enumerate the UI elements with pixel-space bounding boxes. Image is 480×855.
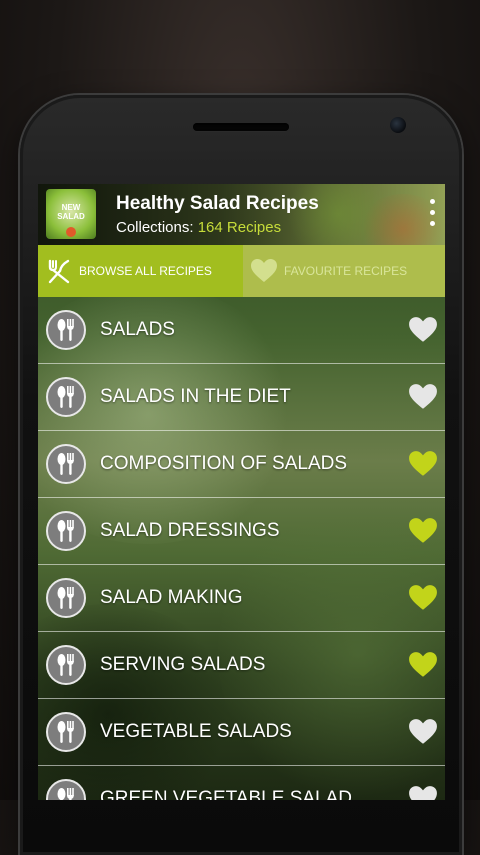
list-item[interactable]: VEGETABLE SALADS xyxy=(38,699,445,766)
app-subtitle: Collections: 164 Recipes xyxy=(116,219,281,236)
fork-knife-icon xyxy=(45,257,73,285)
list-item[interactable]: SALADS xyxy=(38,297,445,364)
heart-filled-icon[interactable] xyxy=(407,650,439,680)
cutlery-icon xyxy=(46,712,86,752)
list-item-label: VEGETABLE SALADS xyxy=(100,721,292,742)
tab-favourite-recipes[interactable]: FAVOURITE RECIPES xyxy=(243,245,445,297)
app-bar: NEW SALAD Healthy Salad Recipes Collecti… xyxy=(38,184,445,245)
app-title: Healthy Salad Recipes xyxy=(116,193,319,214)
tab-bar: BROWSE ALL RECIPES FAVOURITE RECIPES xyxy=(38,245,445,297)
overflow-menu-icon[interactable] xyxy=(426,196,438,234)
list-item-label: COMPOSITION OF SALADS xyxy=(100,453,348,474)
cutlery-icon xyxy=(46,511,86,551)
list-item[interactable]: SERVING SALADS xyxy=(38,632,445,699)
recipe-list: SALADS SALADS IN THE DIET COMPOSITION OF S… xyxy=(38,297,445,800)
heart-filled-icon[interactable] xyxy=(407,516,439,546)
list-item[interactable]: SALADS IN THE DIET xyxy=(38,364,445,431)
app-logo-text: NEW SALAD xyxy=(57,203,85,221)
tab-browse-all-recipes[interactable]: BROWSE ALL RECIPES xyxy=(38,245,243,297)
heart-icon[interactable] xyxy=(407,717,439,747)
list-item[interactable]: SALAD MAKING xyxy=(38,565,445,632)
cutlery-icon xyxy=(46,444,86,484)
heart-filled-icon[interactable] xyxy=(407,449,439,479)
cutlery-icon xyxy=(46,578,86,618)
cutlery-icon xyxy=(46,779,86,800)
heart-icon xyxy=(250,257,278,285)
recipe-count: 164 Recipes xyxy=(197,219,282,236)
cutlery-icon xyxy=(46,645,86,685)
list-item-label: SALAD MAKING xyxy=(100,587,243,608)
cutlery-icon xyxy=(46,377,86,417)
list-item-label: SALADS xyxy=(100,319,175,340)
front-camera xyxy=(390,117,406,133)
heart-icon[interactable] xyxy=(407,315,439,345)
app-logo: NEW SALAD xyxy=(46,189,96,239)
heart-icon[interactable] xyxy=(407,784,439,800)
heart-icon[interactable] xyxy=(407,382,439,412)
subtitle-prefix: Collections: xyxy=(116,219,198,236)
tab-browse-label: BROWSE ALL RECIPES xyxy=(79,264,212,278)
list-item[interactable]: SALAD DRESSINGS xyxy=(38,498,445,565)
list-item[interactable]: GREEN VEGETABLE SALAD. xyxy=(38,766,445,800)
list-item-label: SALADS IN THE DIET xyxy=(100,386,291,407)
tab-favourite-label: FAVOURITE RECIPES xyxy=(284,264,408,278)
cutlery-icon xyxy=(46,310,86,350)
app-screen: NEW SALAD Healthy Salad Recipes Collecti… xyxy=(38,184,445,800)
list-item[interactable]: COMPOSITION OF SALADS xyxy=(38,431,445,498)
list-item-label: SALAD DRESSINGS xyxy=(100,520,280,541)
earpiece-speaker xyxy=(193,123,289,131)
list-item-label: GREEN VEGETABLE SALAD. xyxy=(100,788,358,800)
list-item-label: SERVING SALADS xyxy=(100,654,266,675)
heart-filled-icon[interactable] xyxy=(407,583,439,613)
